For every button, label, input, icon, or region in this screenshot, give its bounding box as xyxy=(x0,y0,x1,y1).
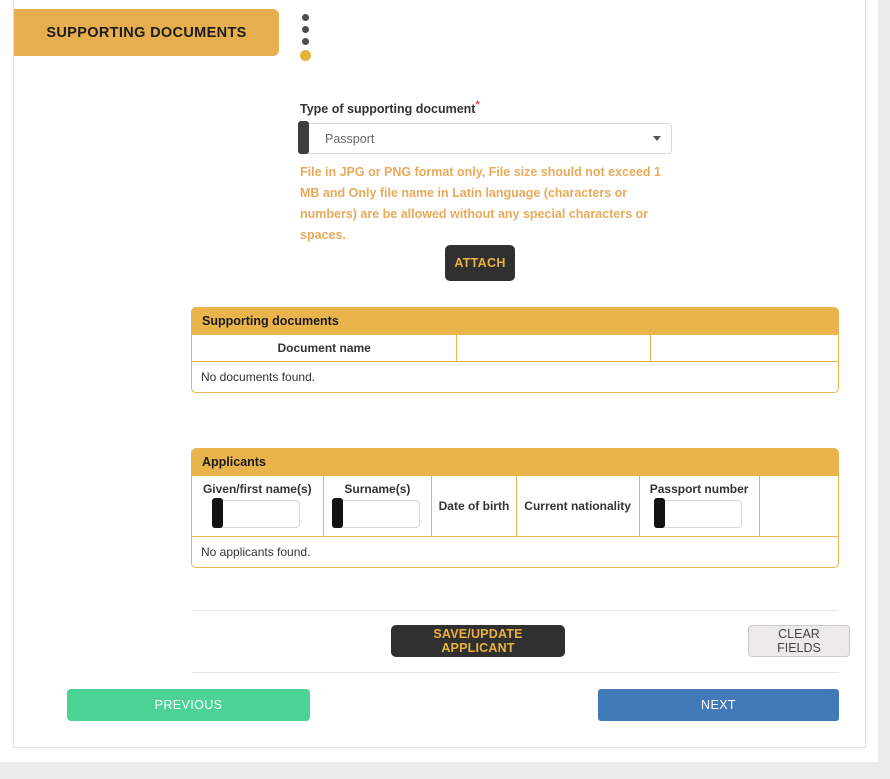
required-field-bar xyxy=(332,498,344,528)
page-title: SUPPORTING DOCUMENTS xyxy=(46,24,247,41)
table-empty-row: No documents found. xyxy=(192,361,838,392)
document-type-select[interactable] xyxy=(300,123,672,155)
applicants-table: Given/first name(s) Surname(s) Date of b… xyxy=(192,475,838,567)
column-header-blank-1 xyxy=(456,334,652,362)
required-field-bar xyxy=(212,498,224,528)
column-passport-number: Passport number xyxy=(639,475,760,537)
next-button[interactable]: NEXT xyxy=(598,689,839,721)
applicants-panel-title: Applicants xyxy=(192,449,838,475)
required-field-bar xyxy=(654,498,666,528)
attach-button[interactable]: ATTACH xyxy=(445,245,515,281)
table-empty-row: No applicants found. xyxy=(192,536,838,567)
supporting-documents-panel: Supporting documents Document name No do… xyxy=(191,307,839,393)
table-header-row: Given/first name(s) Surname(s) Date of b… xyxy=(192,475,838,537)
content-card: SUPPORTING DOCUMENTS Type of supporting … xyxy=(13,0,866,748)
surname-input[interactable] xyxy=(334,500,421,528)
column-passport-number-label: Passport number xyxy=(649,482,749,496)
section-header-tab: SUPPORTING DOCUMENTS xyxy=(14,9,279,56)
supporting-documents-table: Document name No documents found. xyxy=(192,334,838,392)
required-asterisk: * xyxy=(475,99,480,111)
document-type-label-text: Type of supporting document xyxy=(300,102,476,117)
divider-bottom xyxy=(192,672,839,673)
file-requirements-hint: File in JPG or PNG format only, File siz… xyxy=(300,165,661,243)
column-header-document-name: Document name xyxy=(192,334,458,362)
column-given-names-label: Given/first name(s) xyxy=(202,482,312,496)
document-type-group: Type of supporting document* File in JPG… xyxy=(298,99,672,246)
supporting-documents-panel-title: Supporting documents xyxy=(192,308,838,334)
chevron-down-icon[interactable] xyxy=(653,136,661,142)
save-update-applicant-button[interactable]: SAVE/UPDATE APPLICANT xyxy=(391,625,565,657)
document-type-select-wrap xyxy=(298,121,672,155)
given-names-input[interactable] xyxy=(214,500,301,528)
required-field-bar xyxy=(298,121,309,155)
document-type-label: Type of supporting document* xyxy=(300,99,672,116)
step-progress-dots xyxy=(297,14,313,61)
step-dot-2[interactable] xyxy=(301,26,309,33)
previous-button[interactable]: PREVIOUS xyxy=(67,689,310,721)
documents-empty-message: No documents found. xyxy=(192,361,838,392)
column-actions xyxy=(759,475,838,537)
table-header-row: Document name xyxy=(192,334,838,362)
column-surname-label: Surname(s) xyxy=(344,482,411,496)
column-current-nationality: Current nationality xyxy=(516,475,640,537)
applicants-empty-message: No applicants found. xyxy=(192,536,838,567)
step-dot-3[interactable] xyxy=(301,38,309,45)
column-date-of-birth: Date of birth xyxy=(431,475,517,537)
divider-top xyxy=(192,610,839,611)
surname-input-wrap xyxy=(332,498,421,528)
column-header-blank-2 xyxy=(650,334,838,362)
page-shell: SUPPORTING DOCUMENTS Type of supporting … xyxy=(0,0,878,762)
passport-number-input[interactable] xyxy=(656,500,743,528)
column-surname: Surname(s) xyxy=(323,475,433,537)
given-names-input-wrap xyxy=(212,498,301,528)
passport-number-input-wrap xyxy=(654,498,743,528)
step-dot-4-active[interactable] xyxy=(299,50,311,61)
clear-fields-button[interactable]: CLEAR FIELDS xyxy=(748,625,850,657)
column-given-names: Given/first name(s) xyxy=(192,475,324,537)
step-dot-1[interactable] xyxy=(301,14,309,21)
applicants-panel: Applicants Given/first name(s) Surname(s… xyxy=(191,448,839,568)
